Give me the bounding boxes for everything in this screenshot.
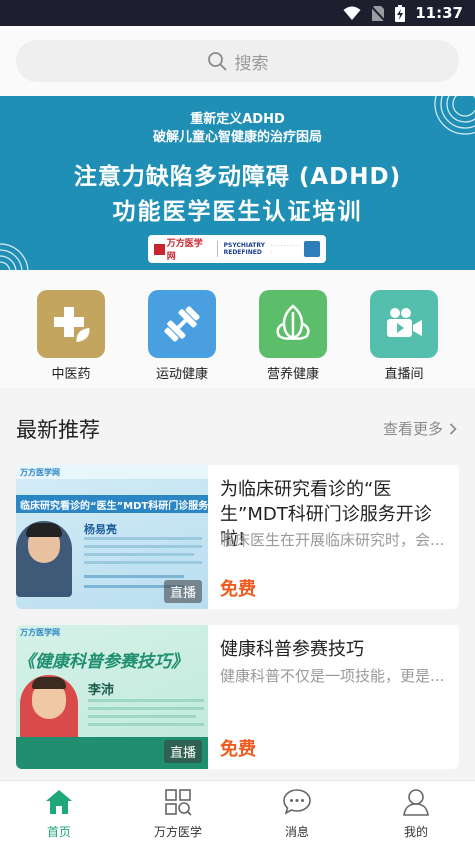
speaker-name: 李沛 xyxy=(88,683,115,698)
thumbnail-logo: 万方医学网 xyxy=(20,628,60,637)
category-nutrition[interactable]: 营养健康 xyxy=(248,290,338,382)
course-price: 免费 xyxy=(220,579,256,600)
tab-home[interactable]: 首页 xyxy=(0,787,118,840)
decorative-rings-icon xyxy=(0,243,29,270)
clock: 11:37 xyxy=(415,4,463,22)
tab-label: 万方医学 xyxy=(153,825,202,839)
chevron-right-icon xyxy=(449,422,457,435)
tab-label: 我的 xyxy=(403,825,428,839)
leaf-icon xyxy=(259,290,327,358)
course-description: 健康科普不仅是一项技能，更是... xyxy=(220,667,445,685)
top-bar: 搜索 xyxy=(0,26,475,96)
wanfang-logo: 万方医学网 xyxy=(154,236,211,262)
banner-headline-1: 注意力缺陷多动障碍 (ADHD) xyxy=(73,164,402,190)
banner-subtitle-1: 重新定义ADHD xyxy=(190,112,285,127)
dumbbell-icon xyxy=(148,290,216,358)
category-label: 直播间 xyxy=(384,367,424,382)
live-tag: 直播 xyxy=(163,580,202,603)
search-icon xyxy=(207,52,226,71)
partner-logo-text: · · · · · · · · · · xyxy=(271,243,299,255)
section-title: 最新推荐 xyxy=(16,418,100,442)
search-placeholder: 搜索 xyxy=(234,53,269,74)
course-card[interactable]: 万方医学网 临床研究看诊的“医生”MDT科研门诊服务开诊 杨易亮 直播 为临床研… xyxy=(16,465,459,609)
course-title: 健康科普参赛技巧 xyxy=(220,639,364,660)
course-description: 临床医生在开展临床研究时，会... xyxy=(220,531,445,549)
no-sim-icon xyxy=(371,4,386,22)
course-card[interactable]: 万方医学网 《健康科普参赛技巧》 李沛 直播 健康科普参赛技巧 健康科普不仅是一… xyxy=(16,625,459,769)
tab-profile[interactable]: 我的 xyxy=(357,787,475,840)
view-more-label: 查看更多 xyxy=(382,420,443,438)
status-bar: 11:37 xyxy=(0,0,475,26)
category-live[interactable]: 直播间 xyxy=(359,290,449,382)
home-icon xyxy=(46,790,72,814)
category-label: 中医药 xyxy=(51,367,91,382)
view-more-link[interactable]: 查看更多 xyxy=(383,418,457,439)
user-icon xyxy=(403,789,429,816)
tab-messages[interactable]: 消息 xyxy=(238,787,356,840)
category-exercise[interactable]: 运动健康 xyxy=(137,290,227,382)
course-thumbnail: 万方医学网 临床研究看诊的“医生”MDT科研门诊服务开诊 杨易亮 直播 xyxy=(16,465,208,609)
promo-banner[interactable]: 重新定义ADHD 破解儿童心智健康的治疗困局 注意力缺陷多动障碍 (ADHD) … xyxy=(0,96,475,270)
category-tcm[interactable]: 中医药 xyxy=(26,290,116,382)
tab-label: 消息 xyxy=(284,825,309,839)
live-tag: 直播 xyxy=(163,740,202,763)
banner-subtitle-2: 破解儿童心智健康的治疗困局 xyxy=(152,130,322,145)
partner-logo-icon xyxy=(304,241,320,257)
psychiatry-redefined-logo: PSYCHIATRY REDEFINED xyxy=(223,242,266,256)
tab-label: 首页 xyxy=(46,825,71,839)
category-bar: 中医药 运动健康 营养健康 直播间 xyxy=(0,270,475,388)
speaker-name: 杨易亮 xyxy=(84,523,117,536)
wifi-icon xyxy=(343,6,361,20)
banner-logos: 万方医学网 PSYCHIATRY REDEFINED · · · · · · · … xyxy=(148,235,326,263)
herb-cross-icon xyxy=(37,290,105,358)
course-price: 免费 xyxy=(220,739,256,760)
category-label: 运动健康 xyxy=(155,367,208,382)
search-bar[interactable]: 搜索 xyxy=(16,40,459,82)
bottom-tab-bar: 首页 万方医学 消息 我的 xyxy=(0,780,475,844)
grid-search-icon xyxy=(165,789,192,816)
thumbnail-header: 《健康科普参赛技巧》 xyxy=(18,652,188,669)
video-camera-icon xyxy=(370,290,438,358)
thumbnail-logo: 万方医学网 xyxy=(16,465,208,479)
thumbnail-header: 临床研究看诊的“医生”MDT科研门诊服务开诊 xyxy=(16,495,208,513)
speaker-photo xyxy=(16,521,72,597)
course-thumbnail: 万方医学网 《健康科普参赛技巧》 李沛 直播 xyxy=(16,625,208,769)
tab-wanfang[interactable]: 万方医学 xyxy=(119,787,237,840)
message-icon xyxy=(283,789,311,815)
battery-charging-icon xyxy=(395,4,406,22)
banner-headline-2: 功能医学医生认证培训 xyxy=(112,199,363,225)
recommend-section: 最新推荐 查看更多 万方医学网 临床研究看诊的“医生”MDT科研门诊服务开诊 杨… xyxy=(0,388,475,780)
category-label: 营养健康 xyxy=(266,367,319,382)
